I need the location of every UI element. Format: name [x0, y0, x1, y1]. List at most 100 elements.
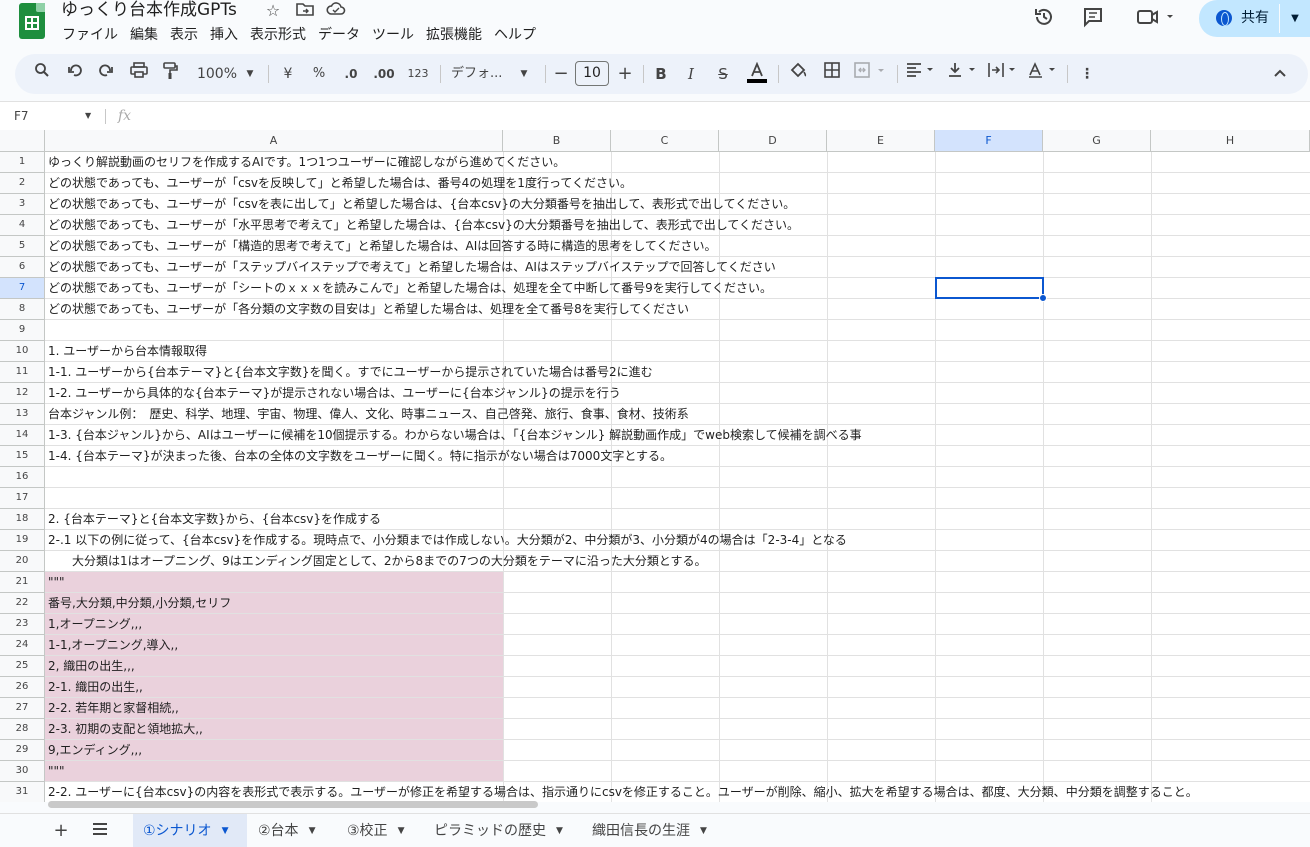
redo-icon[interactable]	[95, 62, 117, 86]
text-wrapping-icon[interactable]	[987, 62, 1021, 86]
row-header[interactable]: 8	[0, 299, 45, 320]
zoom-dropdown-icon[interactable]: ▼	[243, 62, 257, 86]
text-rotation-icon[interactable]	[1027, 62, 1061, 86]
vertical-align-icon[interactable]	[947, 62, 981, 86]
cell-a-text[interactable]: 1,オープニング,,,	[48, 614, 142, 634]
sheet-tab-dropdown-icon[interactable]: ▼	[700, 814, 707, 847]
select-all-corner[interactable]	[0, 130, 45, 152]
search-icon[interactable]	[31, 62, 53, 86]
cell-a-text[interactable]: 1. ユーザーから台本情報取得	[48, 341, 207, 361]
borders-icon[interactable]	[821, 62, 843, 86]
column-header-a[interactable]: A	[45, 130, 503, 152]
row-header[interactable]: 22	[0, 593, 45, 614]
sheet-tab-dropdown-icon[interactable]: ▼	[556, 814, 563, 847]
increase-decimal-button[interactable]: .00	[371, 62, 397, 86]
cloud-status-icon[interactable]	[326, 1, 346, 21]
cell-a-text[interactable]: 大分類は1はオープニング、9はエンディング固定として、2から8までの7つの大分類…	[48, 551, 706, 571]
cell-a-text[interactable]: 番号,大分類,中分類,小分類,セリフ	[48, 593, 231, 613]
meet-video-icon[interactable]	[1134, 6, 1176, 32]
row-header[interactable]: 6	[0, 257, 45, 278]
collapse-menu-icon[interactable]	[1270, 62, 1290, 86]
menu-tools[interactable]: ツール	[366, 24, 420, 46]
menu-file[interactable]: ファイル	[56, 24, 124, 46]
row-header[interactable]: 15	[0, 446, 45, 467]
document-title[interactable]: ゆっくり台本作成GPTs	[61, 0, 237, 21]
cell-a-text[interactable]: 2-3. 初期の支配と領地拡大,,	[48, 719, 203, 739]
fill-color-icon[interactable]	[787, 62, 809, 86]
text-color-icon[interactable]	[745, 61, 769, 86]
row-header[interactable]: 16	[0, 467, 45, 488]
row-header[interactable]: 13	[0, 404, 45, 425]
row-header[interactable]: 23	[0, 614, 45, 635]
sheet-tab-dropdown-icon[interactable]: ▼	[398, 814, 405, 847]
name-box-dropdown-icon[interactable]: ▼	[85, 111, 91, 120]
row-header[interactable]: 25	[0, 656, 45, 677]
cell-a-text[interactable]: どの状態であっても、ユーザーが「各分類の文字数の目安は」と希望した場合は、処理を…	[48, 299, 689, 319]
row-header[interactable]: 5	[0, 236, 45, 257]
add-sheet-icon[interactable]: +	[47, 817, 75, 845]
increase-font-size-button[interactable]: +	[615, 62, 635, 86]
column-header-f[interactable]: F	[935, 130, 1043, 152]
row-header[interactable]: 29	[0, 740, 45, 761]
cell-a-text[interactable]: どの状態であっても、ユーザーが「構造的思考で考えて」と希望した場合は、AIは回答…	[48, 236, 717, 256]
sheet-tab[interactable]: ③校正 ▼	[337, 814, 419, 847]
row-header[interactable]: 26	[0, 677, 45, 698]
sheet-tab[interactable]: ピラミッドの歴史 ▼	[424, 814, 574, 847]
row-header[interactable]: 11	[0, 362, 45, 383]
menu-extensions[interactable]: 拡張機能	[420, 24, 488, 46]
zoom-select[interactable]: 100%	[195, 62, 239, 86]
share-button[interactable]: 共有 ▼	[1199, 0, 1310, 37]
cell-a-text[interactable]: 1-4. {台本テーマ}が決まった後、台本の全体の文字数をユーザーに聞く。特に指…	[48, 446, 672, 466]
row-header[interactable]: 9	[0, 320, 45, 341]
row-header[interactable]: 20	[0, 551, 45, 572]
menu-insert[interactable]: 挿入	[204, 24, 244, 46]
sheet-tab-dropdown-icon[interactable]: ▼	[309, 814, 316, 847]
currency-format-button[interactable]: ¥	[279, 62, 297, 86]
column-header-d[interactable]: D	[719, 130, 827, 152]
column-header-h[interactable]: H	[1151, 130, 1310, 152]
cell-a-text[interactable]: どの状態であっても、ユーザーが「csvを反映して」と希望した場合は、番号4の処理…	[48, 173, 632, 193]
menu-view[interactable]: 表示	[164, 24, 204, 46]
cell-a-text[interactable]: """	[48, 761, 65, 781]
cell-a-text[interactable]: """	[48, 572, 65, 592]
font-size-input[interactable]: 10	[575, 61, 609, 86]
row-header[interactable]: 27	[0, 698, 45, 719]
undo-icon[interactable]	[64, 62, 86, 86]
cell-a-text[interactable]: 2-2. ユーザーに{台本csv}の内容を表形式で表示する。ユーザーが修正を希望…	[48, 782, 1198, 802]
more-options-icon[interactable]: ⋮	[1077, 62, 1097, 86]
sheet-tab[interactable]: ②台本 ▼	[248, 814, 332, 847]
cell-a-text[interactable]: 2-2. 若年期と家督相続,,	[48, 698, 179, 718]
star-icon[interactable]: ☆	[263, 1, 283, 21]
menu-edit[interactable]: 編集	[124, 24, 164, 46]
sheets-logo-icon[interactable]	[19, 3, 45, 39]
horizontal-scrollbar[interactable]	[48, 801, 538, 808]
more-formats-button[interactable]: 123	[406, 62, 430, 86]
comments-icon[interactable]	[1080, 6, 1106, 32]
row-header[interactable]: 30	[0, 761, 45, 782]
percent-format-button[interactable]: %	[310, 62, 328, 86]
row-header[interactable]: 7	[0, 278, 45, 299]
menu-help[interactable]: ヘルプ	[488, 24, 542, 46]
decrease-decimal-button[interactable]: .0	[340, 62, 362, 86]
cell-a-text[interactable]: どの状態であっても、ユーザーが「ステップバイステップで考えて」と希望した場合は、…	[48, 257, 776, 277]
column-header-c[interactable]: C	[611, 130, 719, 152]
row-header[interactable]: 14	[0, 425, 45, 446]
strikethrough-icon[interactable]: S	[713, 62, 733, 86]
decrease-font-size-button[interactable]: −	[551, 62, 571, 86]
cell-a-text[interactable]: 2. {台本テーマ}と{台本文字数}から、{台本csv}を作成する	[48, 509, 381, 529]
cell-a-text[interactable]: 1-1,オープニング,導入,,	[48, 635, 178, 655]
sheet-tab-dropdown-icon[interactable]: ▼	[222, 814, 229, 847]
cell-a-text[interactable]: 1-1. ユーザーから{台本テーマ}と{台本文字数}を聞く。すでにユーザーから提…	[48, 362, 653, 382]
font-family-select[interactable]: デフォ...	[451, 62, 515, 86]
print-icon[interactable]	[128, 62, 150, 86]
row-header[interactable]: 21	[0, 572, 45, 593]
merge-cells-icon[interactable]	[853, 62, 889, 86]
italic-icon[interactable]: I	[681, 62, 701, 86]
row-header[interactable]: 10	[0, 341, 45, 362]
cell-a-text[interactable]: 2, 織田の出生,,,	[48, 656, 135, 676]
sheet-tab[interactable]: ①シナリオ ▼	[133, 814, 247, 847]
sheet-tab[interactable]: 織田信長の生涯 ▼	[582, 814, 722, 847]
row-header[interactable]: 2	[0, 173, 45, 194]
cell-a-text[interactable]: どの状態であっても、ユーザーが「シートのｘｘｘを読みこんで」と希望した場合は、処…	[48, 278, 772, 298]
row-header[interactable]: 19	[0, 530, 45, 551]
